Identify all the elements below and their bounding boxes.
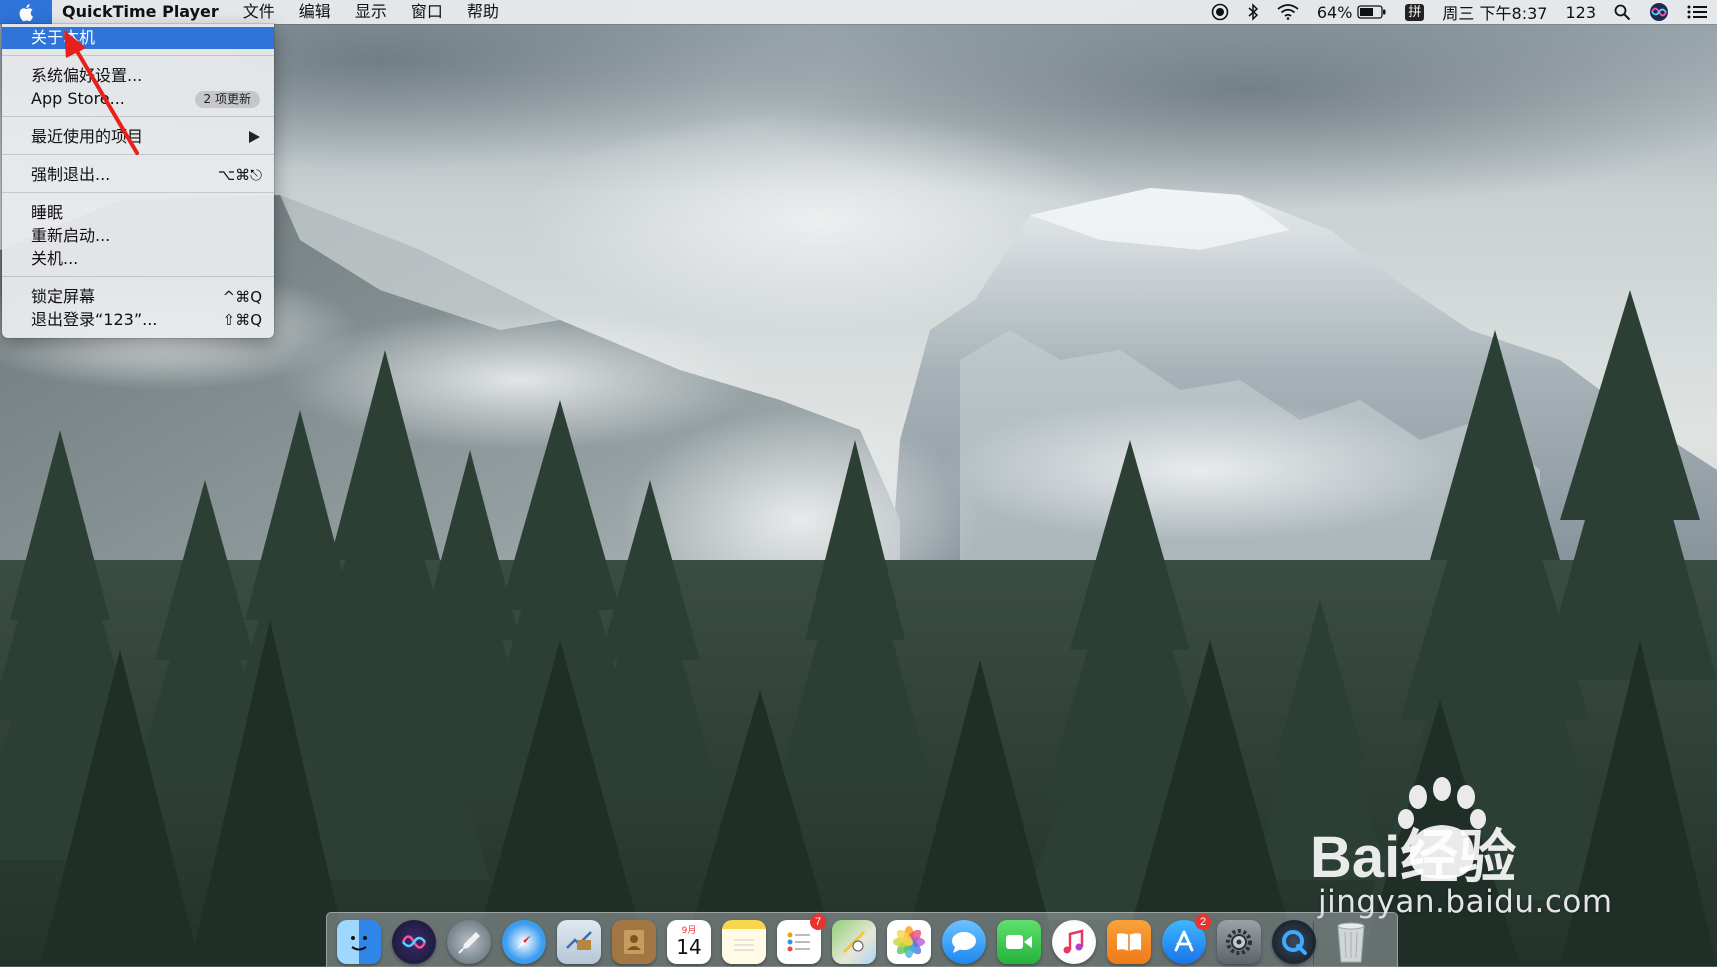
menu-item-system-preferences[interactable]: 系统偏好设置... [2,65,274,87]
system-preferences-icon[interactable] [1217,920,1261,964]
lock-screen-shortcut: ^⌘Q [222,288,262,306]
menu-edit[interactable]: 编辑 [287,0,343,24]
menu-separator [2,116,274,117]
menu-help[interactable]: 帮助 [455,0,511,24]
siri-dock-icon[interactable] [392,920,436,964]
menu-item-log-out[interactable]: 退出登录“123”... ⇧⌘Q [2,309,274,331]
menu-item-recent-items[interactable]: 最近使用的项目 [2,126,274,148]
menu-item-about-this-mac[interactable]: 关于本机 [2,27,274,49]
submenu-arrow-icon [249,131,260,143]
menu-item-restart[interactable]: 重新启动... [2,225,274,247]
menu-item-force-quit[interactable]: 强制退出... ⌥⌘⎋ [2,164,274,186]
launchpad-icon[interactable] [447,920,491,964]
log-out-shortcut: ⇧⌘Q [222,311,262,329]
battery-percent: 64% [1316,2,1353,22]
menu-window[interactable]: 窗口 [399,0,455,24]
clock[interactable]: 周三 下午8:37 [1433,0,1556,24]
menu-separator [2,55,274,56]
apple-menu-dropdown: 关于本机 系统偏好设置... App Store... 2 项更新 最近使用的项… [2,24,274,338]
menu-view[interactable]: 显示 [343,0,399,24]
contacts-icon[interactable] [612,920,656,964]
mail-icon[interactable] [557,920,601,964]
appstore-icon[interactable]: 2 [1162,914,1211,964]
apple-menu-button[interactable] [0,0,52,24]
status-area: 64% 拼 周三 下午8:37 123 [1202,0,1717,24]
messages-icon[interactable] [942,920,986,964]
menu-file[interactable]: 文件 [231,0,287,24]
battery-status[interactable]: 64% [1308,0,1397,24]
menu-item-lock-screen[interactable]: 锁定屏幕 ^⌘Q [2,286,274,308]
user-name[interactable]: 123 [1556,0,1605,24]
watermark-logo-text: Bai经验 [1310,825,1516,890]
siri-icon[interactable] [1640,0,1678,24]
app-menu-quicktime[interactable]: QuickTime Player [52,0,231,24]
menu-separator [2,276,274,277]
updates-badge: 2 项更新 [194,91,260,108]
menu-item-shutdown[interactable]: 关机... [2,248,274,270]
reminders-icon[interactable]: 7 [777,914,826,964]
quicktime-icon[interactable] [1272,920,1316,964]
books-icon[interactable] [1107,920,1151,964]
trash-icon[interactable] [1329,920,1373,964]
facetime-icon[interactable] [997,920,1041,964]
menu-separator [2,192,274,193]
dock: 9月 14 7 2 [326,912,1398,967]
calendar-day: 14 [676,935,702,959]
itunes-icon[interactable] [1052,920,1096,964]
menu-bar: QuickTime Player 文件 编辑 显示 窗口 帮助 64% 拼 周三… [0,0,1717,24]
spotlight-search-icon[interactable] [1605,0,1640,24]
reminders-badge: 7 [810,914,826,930]
battery-icon [1357,5,1386,19]
force-quit-shortcut: ⌥⌘⎋ [217,166,262,184]
apple-logo-icon [19,3,33,21]
maps-icon[interactable] [832,920,876,964]
wifi-icon[interactable] [1268,0,1308,24]
finder-icon[interactable] [337,920,381,964]
menu-item-sleep[interactable]: 睡眠 [2,202,274,224]
screen-record-icon[interactable] [1202,0,1238,24]
bluetooth-icon[interactable] [1238,0,1268,24]
dock-divider [1313,921,1314,965]
safari-icon[interactable] [502,920,546,964]
photos-icon[interactable] [887,920,931,964]
notes-icon[interactable] [722,920,766,964]
input-method-icon[interactable]: 拼 [1396,0,1433,24]
menu-item-app-store[interactable]: App Store... 2 项更新 [2,88,274,110]
appstore-badge: 2 [1195,914,1211,930]
calendar-icon[interactable]: 9月 14 [667,920,711,964]
notification-center-icon[interactable] [1678,0,1717,24]
menu-separator [2,154,274,155]
